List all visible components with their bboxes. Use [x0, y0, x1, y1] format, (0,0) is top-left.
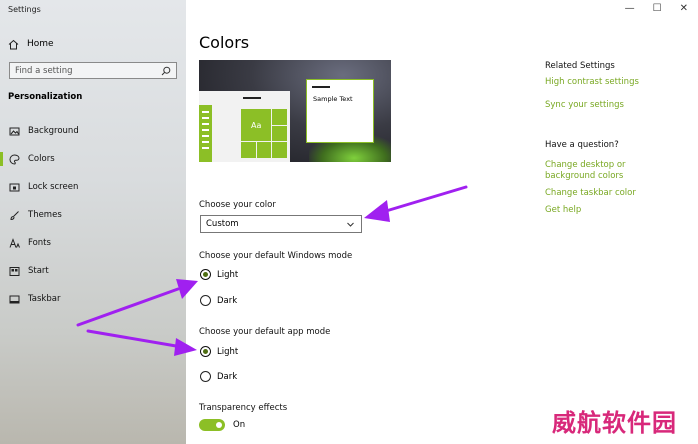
sidebar-item-start[interactable]: Start	[0, 261, 186, 281]
search-input[interactable]	[15, 65, 155, 76]
app-mode-light[interactable]: Light	[200, 346, 238, 357]
link-high-contrast[interactable]: High contrast settings	[545, 77, 685, 88]
minimize-button[interactable]: —	[625, 3, 635, 14]
brush-icon	[9, 210, 20, 221]
app-mode-label: Choose your default app mode	[199, 327, 331, 337]
link-change-taskbar-color[interactable]: Change taskbar color	[545, 188, 685, 199]
transparency-toggle[interactable]	[199, 419, 225, 431]
lock-screen-icon	[9, 182, 20, 193]
windows-mode-light[interactable]: Light	[200, 269, 238, 280]
radio-label: Light	[217, 269, 239, 280]
preview-start-menu	[199, 105, 212, 162]
choose-color-dropdown[interactable]: Custom	[200, 215, 362, 233]
transparency-label: Transparency effects	[199, 403, 288, 413]
page-title: Colors	[199, 33, 250, 52]
search-box[interactable]	[9, 62, 177, 79]
color-preview: Aa Sample Text	[199, 60, 391, 162]
sidebar-item-lock-screen[interactable]: Lock screen	[0, 177, 186, 197]
preview-tile-text: Aa	[241, 109, 272, 142]
app-title: Settings	[8, 5, 41, 14]
sidebar-item-label: Background	[28, 126, 79, 136]
sidebar-item-label: Start	[28, 266, 49, 276]
main-content: — ☐ ✕ Colors Aa Sample Text Choose your …	[186, 0, 698, 444]
preview-tiles: Aa	[241, 109, 287, 158]
related-settings-heading: Related Settings	[545, 61, 615, 71]
maximize-button[interactable]: ☐	[653, 3, 662, 14]
window-controls: — ☐ ✕	[625, 3, 688, 14]
sidebar-item-colors[interactable]: Colors	[0, 149, 186, 169]
image-icon	[9, 126, 20, 137]
font-icon	[9, 237, 20, 249]
dropdown-value: Custom	[206, 219, 239, 229]
choose-color-label: Choose your color	[199, 200, 276, 210]
chevron-down-icon	[345, 219, 356, 230]
radio-button[interactable]	[200, 269, 211, 280]
palette-icon	[9, 153, 20, 165]
windows-mode-dark[interactable]: Dark	[200, 295, 237, 306]
radio-button[interactable]	[200, 371, 211, 382]
search-icon[interactable]	[160, 65, 171, 76]
sidebar-item-label: Taskbar	[28, 294, 61, 304]
toggle-state: On	[233, 420, 246, 430]
link-get-help[interactable]: Get help	[545, 205, 685, 216]
transparency-toggle-row[interactable]: On	[199, 419, 245, 431]
watermark: 威航软件园	[552, 408, 677, 437]
nav-home[interactable]: Home	[8, 37, 54, 51]
radio-button[interactable]	[200, 346, 211, 357]
nav-home-label: Home	[27, 39, 54, 49]
start-icon	[9, 266, 20, 277]
sidebar: Settings Home Personalization Background…	[0, 0, 186, 444]
app-mode-dark[interactable]: Dark	[200, 371, 237, 382]
sidebar-item-background[interactable]: Background	[0, 121, 186, 141]
sidebar-item-label: Fonts	[28, 238, 51, 248]
sidebar-item-taskbar[interactable]: Taskbar	[0, 289, 186, 309]
question-heading: Have a question?	[545, 140, 619, 150]
close-button[interactable]: ✕	[680, 3, 688, 14]
radio-label: Dark	[217, 295, 238, 306]
radio-label: Dark	[217, 371, 238, 382]
link-sync-settings[interactable]: Sync your settings	[545, 100, 685, 111]
sidebar-item-label: Themes	[28, 210, 62, 220]
preview-sample-text: Sample Text	[313, 95, 353, 103]
taskbar-icon	[9, 294, 20, 305]
sidebar-item-label: Lock screen	[28, 182, 79, 192]
preview-sample-window: Sample Text	[306, 79, 374, 143]
radio-label: Light	[217, 346, 239, 357]
sidebar-item-fonts[interactable]: Fonts	[0, 233, 186, 253]
windows-mode-label: Choose your default Windows mode	[199, 251, 353, 261]
radio-button[interactable]	[200, 295, 211, 306]
link-change-desktop-colors[interactable]: Change desktop or background colors	[545, 160, 677, 182]
sidebar-item-themes[interactable]: Themes	[0, 205, 186, 225]
home-icon	[8, 39, 19, 50]
sidebar-item-label: Colors	[28, 154, 55, 164]
section-label: Personalization	[8, 92, 83, 102]
